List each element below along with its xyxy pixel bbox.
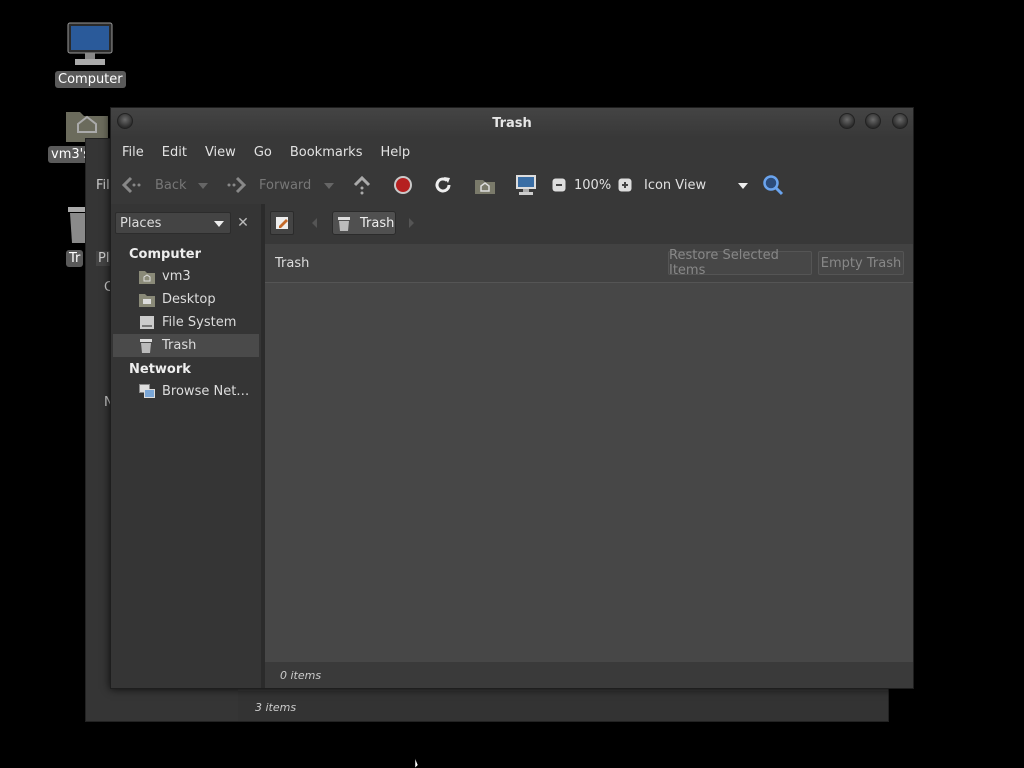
desktop-icon-label: Computer: [55, 71, 126, 88]
home-folder-icon: [139, 271, 155, 284]
back-label: Back: [155, 177, 187, 193]
sidebar-item-label: vm3: [162, 269, 191, 284]
window-menu-button[interactable]: [117, 113, 133, 129]
window-title: Trash: [492, 115, 532, 131]
sidebar-item-vm3[interactable]: vm3: [113, 265, 259, 288]
minimize-button[interactable]: [839, 113, 855, 129]
sidebar: Places ✕ Computer vm3 Desktop File Syste…: [111, 204, 265, 688]
close-button[interactable]: [892, 113, 908, 129]
background-menu-file[interactable]: Fil: [96, 178, 110, 193]
menu-help[interactable]: Help: [371, 145, 419, 160]
file-manager-window[interactable]: Trash File Edit View Go Bookmarks Help B…: [110, 107, 914, 689]
computer-icon: [67, 22, 113, 65]
menu-view[interactable]: View: [196, 145, 245, 160]
forward-button[interactable]: Forward: [225, 175, 311, 195]
stop-icon[interactable]: [393, 175, 413, 195]
home-icon[interactable]: [474, 175, 496, 195]
crumb-scroll-right-icon[interactable]: [409, 218, 414, 228]
places-combo-label: Places: [120, 215, 162, 231]
toggle-location-entry-button[interactable]: [270, 211, 294, 235]
zoom-in-icon[interactable]: [618, 178, 632, 192]
menu-bookmarks[interactable]: Bookmarks: [281, 145, 372, 160]
menu-edit[interactable]: Edit: [153, 145, 196, 160]
breadcrumb-label: Trash: [360, 215, 395, 231]
desktop-icon-computer[interactable]: Computer: [55, 21, 126, 88]
sidebar-item-browse-network[interactable]: Browse Net…: [113, 380, 259, 403]
title-bar[interactable]: Trash: [111, 108, 913, 138]
location-bar: Trash: [265, 204, 913, 244]
crumb-scroll-left-icon[interactable]: [312, 218, 317, 228]
forward-history-dropdown[interactable]: [324, 183, 334, 189]
desktop-icon-label: Tr: [66, 250, 84, 267]
search-icon[interactable]: [762, 174, 784, 196]
drive-icon: [140, 316, 154, 329]
toolbar: Back Forward 100% Icon View: [111, 166, 913, 204]
sidebar-heading-network: Network: [129, 362, 191, 377]
forward-arrow-icon: [227, 176, 247, 194]
zoom-level: 100%: [574, 177, 612, 193]
status-bar: 0 items: [265, 662, 913, 688]
reload-icon[interactable]: [433, 175, 453, 195]
trash-icon: [140, 339, 152, 353]
menu-bar: File Edit View Go Bookmarks Help: [111, 138, 913, 166]
pencil-icon: [276, 217, 288, 229]
places-combo[interactable]: Places: [115, 212, 231, 234]
file-view[interactable]: Trash Restore Selected Items Empty Trash…: [265, 244, 913, 688]
sidebar-item-desktop[interactable]: Desktop: [113, 288, 259, 311]
sidebar-item-label: File System: [162, 315, 237, 330]
view-mode-label: Icon View: [644, 177, 707, 193]
close-sidebar-icon[interactable]: ✕: [235, 213, 251, 233]
up-arrow-icon[interactable]: [351, 175, 373, 195]
menu-file[interactable]: File: [113, 145, 153, 160]
info-bar-title: Trash: [275, 255, 310, 271]
menu-go[interactable]: Go: [245, 145, 281, 160]
sidebar-item-label: Trash: [162, 338, 197, 353]
restore-selected-items-button[interactable]: Restore Selected Items: [668, 248, 812, 278]
desktop-folder-icon: [139, 294, 155, 307]
sidebar-item-label: Desktop: [162, 292, 216, 307]
zoom-out-icon[interactable]: [552, 178, 566, 192]
sidebar-heading-computer: Computer: [129, 247, 202, 262]
forward-label: Forward: [259, 177, 312, 193]
chevron-down-icon: [738, 182, 748, 189]
trash-icon: [338, 216, 350, 231]
back-history-dropdown[interactable]: [198, 183, 208, 189]
back-button[interactable]: Back: [121, 175, 187, 195]
network-icon: [139, 384, 155, 398]
computer-icon[interactable]: [515, 174, 537, 196]
sidebar-item-file-system[interactable]: File System: [113, 311, 259, 334]
trash-info-bar: Trash Restore Selected Items Empty Trash: [265, 244, 913, 283]
maximize-button[interactable]: [865, 113, 881, 129]
back-arrow-icon: [121, 176, 141, 194]
mouse-pointer-icon: [414, 758, 419, 768]
empty-trash-button[interactable]: Empty Trash: [818, 251, 904, 275]
sidebar-item-label: Browse Net…: [162, 384, 250, 399]
background-status-bar: 3 items: [238, 691, 888, 721]
breadcrumb-trash[interactable]: Trash: [332, 211, 396, 235]
sidebar-item-trash[interactable]: Trash: [113, 334, 259, 357]
chevron-down-icon: [214, 221, 224, 227]
view-mode-select[interactable]: Icon View: [644, 178, 748, 193]
